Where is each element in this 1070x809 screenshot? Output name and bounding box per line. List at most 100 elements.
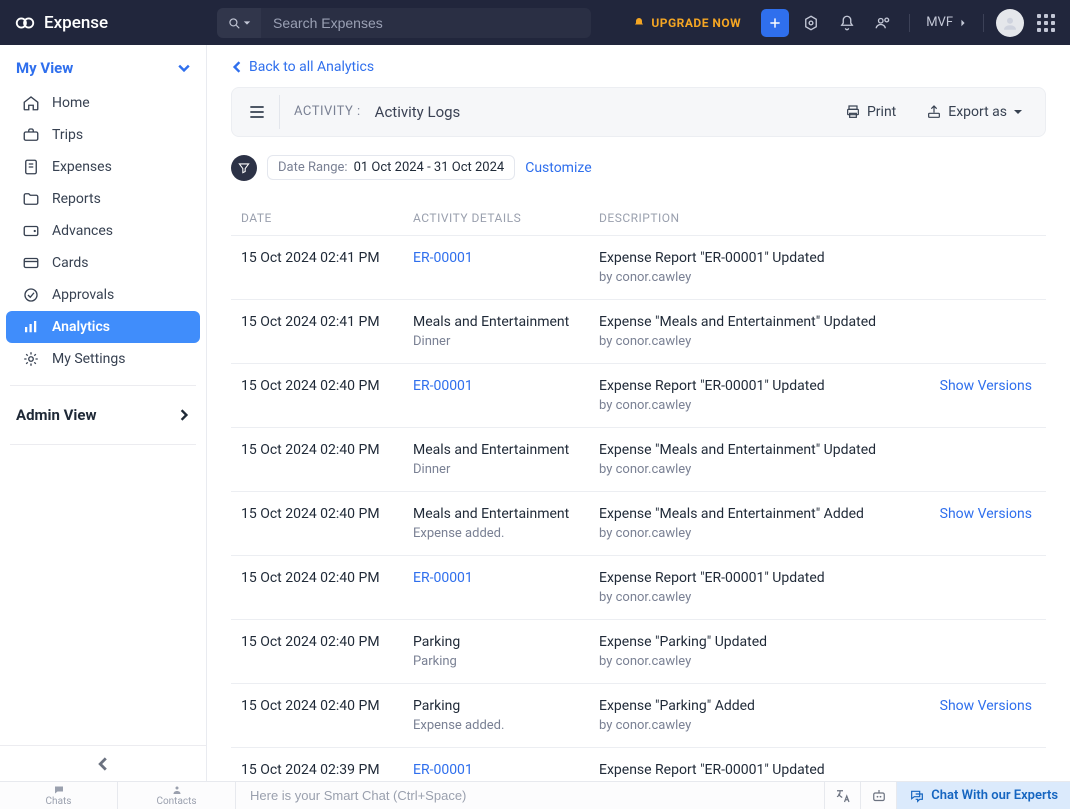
- wallet-icon: [22, 222, 40, 240]
- print-button[interactable]: Print: [837, 100, 904, 124]
- avatar[interactable]: [996, 9, 1024, 37]
- cell-versions: Show Versions: [926, 506, 1036, 522]
- table-row[interactable]: 15 Oct 2024 02:40 PMER-00001Expense Repo…: [231, 364, 1046, 428]
- chevron-down-icon: [178, 62, 190, 74]
- sidebar-item-cards[interactable]: Cards: [6, 247, 200, 279]
- caret-right-icon: [959, 19, 967, 27]
- table-row[interactable]: 15 Oct 2024 02:40 PMParkingExpense added…: [231, 684, 1046, 748]
- cell-date: 15 Oct 2024 02:40 PM: [241, 570, 413, 586]
- chevron-left-icon: [96, 757, 110, 771]
- home-icon: [22, 94, 40, 112]
- table-row[interactable]: 15 Oct 2024 02:40 PMMeals and Entertainm…: [231, 492, 1046, 556]
- chevron-left-icon: [231, 61, 243, 73]
- cell-description: Expense Report "ER-00001" Updatedby cono…: [599, 378, 926, 413]
- sidebar-item-approvals[interactable]: Approvals: [6, 279, 200, 311]
- cell-versions: Show Versions: [926, 698, 1036, 714]
- activity-subtitle: Dinner: [413, 462, 599, 477]
- sidebar-item-analytics[interactable]: Analytics: [6, 311, 200, 343]
- show-versions-link[interactable]: Show Versions: [940, 506, 1032, 522]
- cell-activity: ER-00001: [413, 378, 599, 394]
- search-scope-button[interactable]: [217, 8, 261, 38]
- chat-experts-button[interactable]: Chat With our Experts: [897, 782, 1070, 809]
- table-row[interactable]: 15 Oct 2024 02:39 PMER-00001Expense Repo…: [231, 748, 1046, 782]
- user-initials: MVF: [926, 15, 953, 30]
- search-input[interactable]: [261, 8, 591, 38]
- briefcase-icon: [22, 126, 40, 144]
- activity-subtitle: Parking: [413, 654, 599, 669]
- topbar: Expense UPGRADE NOW MVF: [0, 0, 1070, 45]
- page-menu-button[interactable]: [246, 95, 280, 129]
- sidebar-item-advances[interactable]: Advances: [6, 215, 200, 247]
- export-button[interactable]: Export as: [918, 100, 1031, 124]
- activity-link[interactable]: ER-00001: [413, 378, 599, 394]
- show-versions-link[interactable]: Show Versions: [940, 378, 1032, 394]
- activity-link[interactable]: ER-00001: [413, 762, 599, 778]
- col-header-description: DESCRIPTION: [599, 211, 926, 225]
- description-by: by conor.cawley: [599, 462, 926, 477]
- sidebar-item-settings[interactable]: My Settings: [6, 343, 200, 375]
- upgrade-button[interactable]: UPGRADE NOW: [621, 16, 753, 30]
- brand: Expense: [14, 12, 209, 34]
- apps-button[interactable]: [1032, 9, 1060, 37]
- table-row[interactable]: 15 Oct 2024 02:40 PMParkingParkingExpens…: [231, 620, 1046, 684]
- cell-date: 15 Oct 2024 02:41 PM: [241, 314, 413, 330]
- description-text: Expense Report "ER-00001" Updated: [599, 378, 926, 394]
- hamburger-icon: [247, 102, 267, 122]
- sidebar-item-label: My Settings: [52, 351, 125, 367]
- description-by: by conor.cawley: [599, 270, 926, 285]
- cell-date: 15 Oct 2024 02:40 PM: [241, 698, 413, 714]
- smart-chat-input[interactable]: [248, 787, 812, 804]
- show-versions-link[interactable]: Show Versions: [940, 698, 1032, 714]
- sidebar-item-expenses[interactable]: Expenses: [6, 151, 200, 183]
- customize-link[interactable]: Customize: [525, 160, 591, 176]
- description-by: by conor.cawley: [599, 334, 926, 349]
- org-picker[interactable]: MVF: [922, 15, 971, 30]
- table-row[interactable]: 15 Oct 2024 02:41 PMMeals and Entertainm…: [231, 300, 1046, 364]
- bottom-bot-button[interactable]: [861, 782, 897, 809]
- cell-description: Expense "Meals and Entertainment" Update…: [599, 314, 926, 349]
- bottom-contacts[interactable]: Contacts: [118, 782, 236, 809]
- sidebar-item-trips[interactable]: Trips: [6, 119, 200, 151]
- sidebar-item-reports[interactable]: Reports: [6, 183, 200, 215]
- notifications-button[interactable]: [833, 9, 861, 37]
- sidebar-item-home[interactable]: Home: [6, 87, 200, 119]
- description-text: Expense "Parking" Added: [599, 698, 926, 714]
- quick-add-button[interactable]: [761, 9, 789, 37]
- cell-activity: Meals and EntertainmentDinner: [413, 314, 599, 349]
- filter-button[interactable]: [231, 155, 257, 181]
- search-wrap: [217, 8, 591, 38]
- bottom-chats[interactable]: Chats: [0, 782, 118, 809]
- table-body: 15 Oct 2024 02:41 PMER-00001Expense Repo…: [231, 236, 1046, 782]
- bottom-translate-button[interactable]: [825, 782, 861, 809]
- card-icon: [22, 254, 40, 272]
- activity-link[interactable]: ER-00001: [413, 570, 599, 586]
- plus-icon: [768, 16, 782, 30]
- table-row[interactable]: 15 Oct 2024 02:40 PMMeals and Entertainm…: [231, 428, 1046, 492]
- table-row[interactable]: 15 Oct 2024 02:41 PMER-00001Expense Repo…: [231, 236, 1046, 300]
- table-row[interactable]: 15 Oct 2024 02:40 PMER-00001Expense Repo…: [231, 556, 1046, 620]
- refer-button[interactable]: [869, 9, 897, 37]
- receipt-icon: [22, 158, 40, 176]
- person-icon: [1001, 14, 1019, 32]
- activity-subtitle: Expense added.: [413, 526, 599, 541]
- gear-icon: [22, 350, 40, 368]
- sidebar-section-myview[interactable]: My View: [0, 45, 206, 87]
- sidebar-item-label: Advances: [52, 223, 113, 239]
- activity-title: Meals and Entertainment: [413, 506, 599, 522]
- cell-description: Expense "Parking" Updatedby conor.cawley: [599, 634, 926, 669]
- settings-top-button[interactable]: [797, 9, 825, 37]
- cell-activity: ER-00001: [413, 570, 599, 586]
- sidebar-separator: [10, 385, 196, 386]
- sidebar-collapse-button[interactable]: [0, 745, 206, 781]
- topbar-separator-2: [983, 14, 984, 32]
- activity-link[interactable]: ER-00001: [413, 250, 599, 266]
- body-row: My View Home Trips Expenses Reports Adva…: [0, 45, 1070, 781]
- cell-date: 15 Oct 2024 02:40 PM: [241, 634, 413, 650]
- sidebar-section-admin[interactable]: Admin View: [0, 396, 206, 434]
- date-range-pill[interactable]: Date Range: 01 Oct 2024 - 31 Oct 2024: [267, 155, 515, 180]
- back-link[interactable]: Back to all Analytics: [231, 59, 374, 75]
- cell-description: Expense Report "ER-00001" Updatedby cono…: [599, 250, 926, 285]
- sidebar-item-label: Approvals: [52, 287, 114, 303]
- cell-activity: Meals and Entertainment Expense added.: [413, 506, 599, 541]
- description-text: Expense "Parking" Updated: [599, 634, 926, 650]
